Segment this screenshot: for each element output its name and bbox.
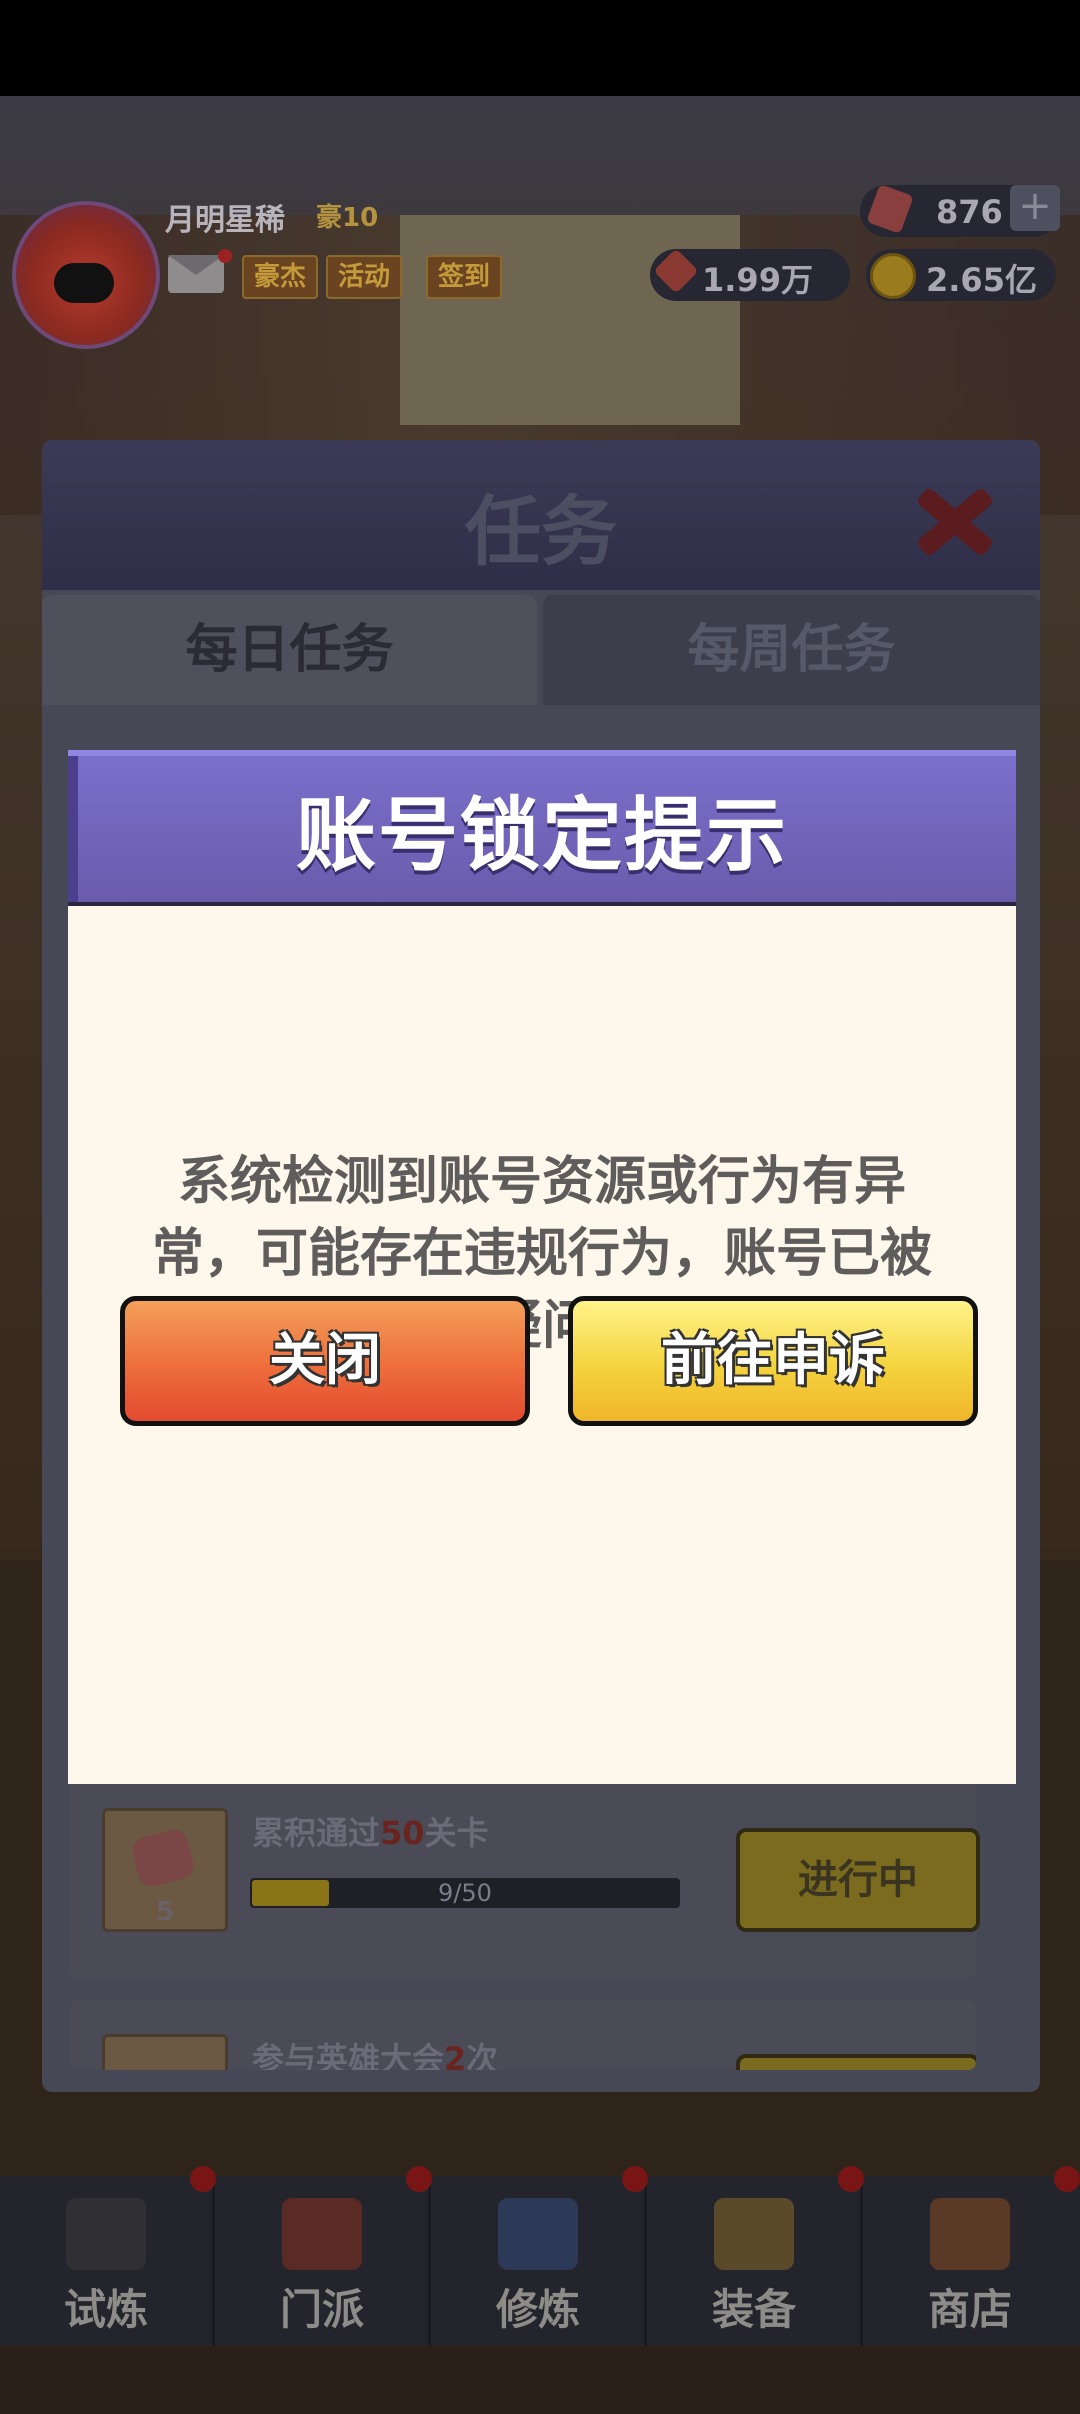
shop-icon (930, 2198, 1010, 2270)
reward-box: 5 (102, 1808, 228, 1932)
pagoda-icon (282, 2198, 362, 2270)
activity-button[interactable]: 活动 (326, 255, 403, 299)
sword-icon (714, 2198, 794, 2270)
task-name-highlight: 2 (444, 2040, 467, 2070)
account-locked-dialog: 账号锁定提示 系统检测到账号资源或行为有异常，可能存在违规行为，账号已被锁定。如… (68, 750, 1016, 1784)
notification-dot (622, 2166, 648, 2192)
notification-dot (190, 2166, 216, 2192)
nav-cultivate[interactable]: 修炼 (432, 2166, 648, 2346)
gem-icon (129, 1826, 197, 1890)
appeal-button[interactable]: 前往申诉 (568, 1296, 978, 1426)
task-name-suffix: 次 (466, 2040, 499, 2070)
add-gems-button[interactable]: + (1010, 185, 1060, 231)
task-name-suffix: 关卡 (424, 1814, 489, 1852)
tab-weekly-tasks[interactable]: 每周任务 (543, 595, 1040, 705)
bottom-nav: 试炼 门派 修炼 装备 商店 (0, 2166, 1080, 2346)
player-avatar[interactable] (12, 201, 160, 349)
nav-equipment[interactable]: 装备 (648, 2166, 864, 2346)
task-window-title: 任务 (465, 487, 617, 576)
dialog-title: 账号锁定提示 (296, 789, 788, 882)
book-icon (498, 2198, 578, 2270)
gem-count: 876 (936, 193, 1003, 231)
token-count: 1.99万 (702, 261, 813, 299)
nav-label: 装备 (711, 2285, 796, 2334)
top-hud: 月明星稀 豪10 豪杰 活动 签到 876 + 1.99万 2.65亿 (0, 175, 1080, 349)
nav-label: 修炼 (495, 2285, 580, 2334)
task-name-highlight: 50 (380, 1814, 425, 1852)
signin-button[interactable]: 签到 (426, 255, 503, 299)
task-window-header: 任务 (42, 440, 1040, 590)
reward-box (102, 2034, 228, 2070)
task-item: 参与英雄大会2次 (70, 2000, 976, 2070)
close-button[interactable]: 关闭 (120, 1296, 530, 1426)
gold-count: 2.65亿 (926, 261, 1037, 299)
status-bar (0, 0, 1080, 96)
task-item: 5 累积通过50关卡 9/50 进行中 (70, 1778, 980, 1978)
gold-coin-icon (870, 253, 916, 299)
notification-dot (1054, 2166, 1080, 2192)
task-close-icon[interactable] (912, 478, 992, 558)
avatar-face (54, 263, 114, 303)
nav-sect[interactable]: 门派 (216, 2166, 432, 2346)
player-name: 月明星稀 (165, 203, 285, 238)
vip-level: 豪10 (316, 203, 379, 233)
notification-dot (838, 2166, 864, 2192)
nav-trial[interactable]: 试炼 (0, 2166, 216, 2346)
task-status-button[interactable] (736, 2054, 976, 2070)
notification-dot (406, 2166, 432, 2192)
dialog-body: 系统检测到账号资源或行为有异常，可能存在违规行为，账号已被锁定。如有疑问请前往申… (68, 902, 1016, 1784)
task-progress-text: 9/50 (438, 1879, 492, 1907)
nav-label: 商店 (927, 2285, 1012, 2334)
mail-icon[interactable] (168, 255, 224, 293)
mail-notification-dot (218, 249, 232, 263)
nav-label: 门派 (279, 2285, 364, 2334)
hero-button[interactable]: 豪杰 (242, 255, 319, 299)
task-name: 累积通过50关卡 (252, 1808, 489, 1854)
dialog-header: 账号锁定提示 (68, 750, 1016, 908)
tab-daily-tasks[interactable]: 每日任务 (42, 595, 537, 705)
task-name-prefix: 累积通过 (252, 1814, 381, 1852)
task-name-prefix: 参与英雄大会 (252, 2040, 445, 2070)
ninja-icon (66, 2198, 146, 2270)
task-status-button[interactable]: 进行中 (736, 1828, 980, 1932)
nav-label: 试炼 (63, 2285, 148, 2334)
nav-shop[interactable]: 商店 (864, 2166, 1080, 2346)
task-name: 参与英雄大会2次 (252, 2034, 498, 2070)
task-progress-bar: 9/50 (250, 1878, 680, 1908)
reward-count: 5 (155, 1897, 175, 1927)
